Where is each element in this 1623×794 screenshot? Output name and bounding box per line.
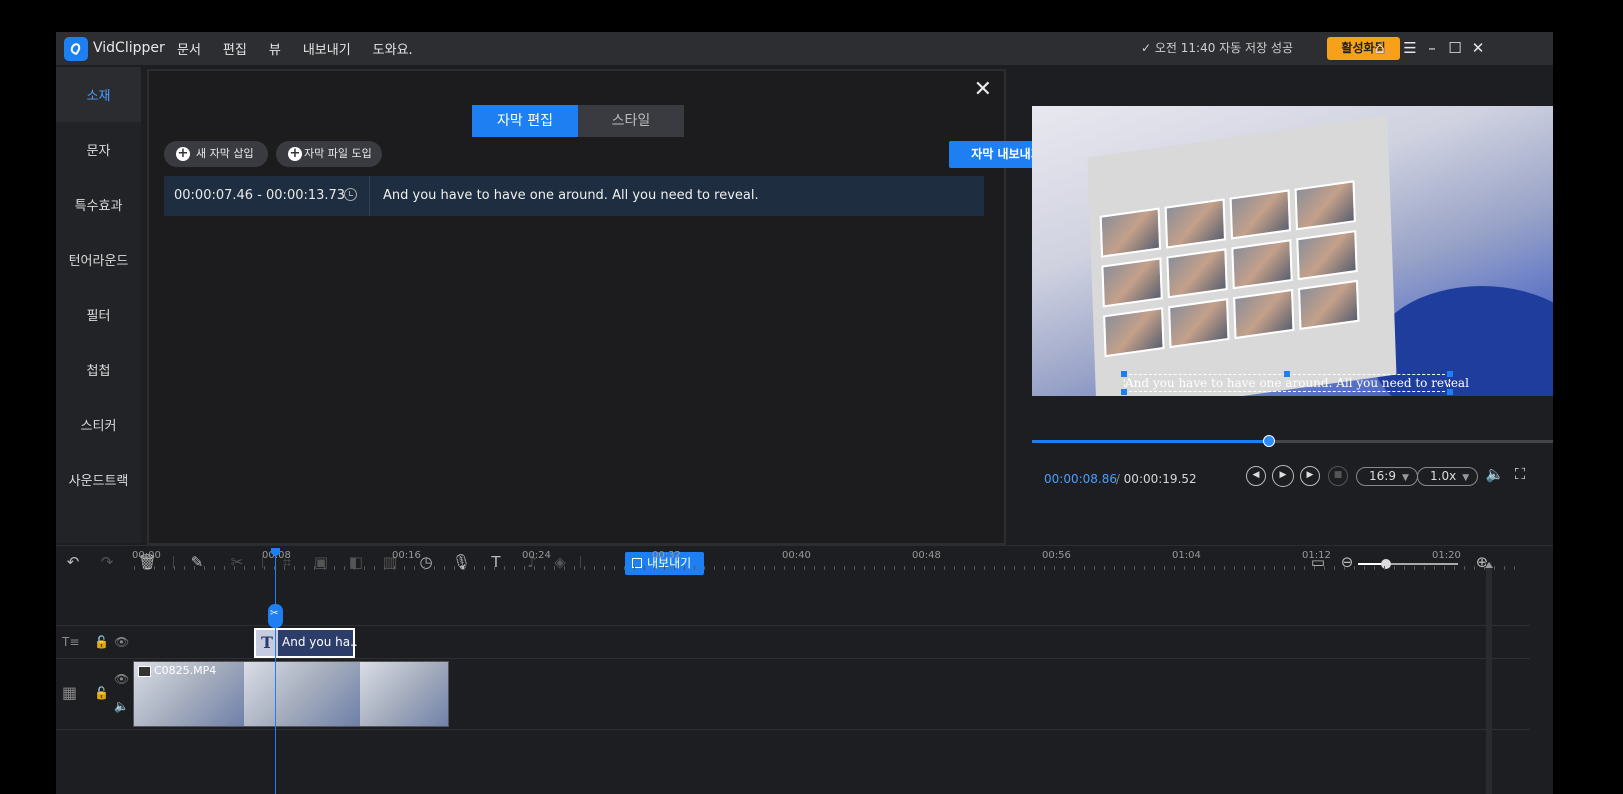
lock-icon[interactable]: 🔓 (94, 635, 109, 649)
sidebar-item-overlay[interactable]: 첩첩 (56, 342, 141, 397)
speed-value: 1.0x (1430, 469, 1457, 483)
menu-help[interactable]: 도와요. (373, 39, 413, 58)
ruler-label: 01:04 (1172, 550, 1201, 561)
sidebar-item-media[interactable]: 소재 (56, 67, 141, 122)
menu-view[interactable]: 뷰 (269, 39, 281, 58)
resize-handle[interactable] (1121, 371, 1127, 377)
tab-style[interactable]: 스타일 (578, 105, 684, 137)
resize-handle[interactable] (1121, 389, 1127, 395)
sidebar-item-soundtrack[interactable]: 사운드트랙 (56, 452, 141, 507)
speed-dropdown[interactable]: 1.0x ▼ (1417, 467, 1479, 486)
hamburger-menu-icon[interactable]: ☰ (1401, 39, 1419, 57)
play-icon[interactable]: ▶ (1272, 465, 1294, 487)
eye-icon[interactable]: 👁 (114, 635, 129, 649)
text-track-icon: T≡ (62, 635, 80, 649)
lock-icon[interactable]: 🔓 (94, 686, 109, 700)
sidebar-item-text[interactable]: 문자 (56, 122, 141, 177)
ruler-label: 00:48 (912, 550, 941, 561)
ruler-label: 00:56 (1042, 550, 1071, 561)
sidebar-item-transitions[interactable]: 턴어라운드 (56, 232, 141, 287)
playback-progress-fill (1032, 440, 1269, 443)
prev-frame-icon[interactable]: ◀ (1246, 466, 1266, 486)
total-time-value: 00:00:19.52 (1123, 472, 1197, 486)
subtitle-edit-panel: ✕ 자막 편집 스타일 + 새 자막 삽입 + 자막 파일 도입 자막 내보내기… (147, 69, 1064, 545)
subtitle-time-range[interactable]: 00:00:07.46 - 00:00:13.73 (174, 188, 345, 203)
tab-subtitle-edit[interactable]: 자막 편집 (472, 105, 578, 137)
plus-icon: + (176, 146, 190, 161)
menu-export[interactable]: 내보내기 (303, 39, 351, 58)
ruler-label: 01:20 (1432, 550, 1461, 561)
volume-icon[interactable]: 🔈 (1485, 466, 1505, 486)
next-frame-icon[interactable]: ▶ (1300, 466, 1320, 486)
import-subtitle-file-label: 자막 파일 도입 (304, 147, 372, 160)
video-clip-name: C0825.MP4 (138, 664, 216, 677)
import-subtitle-file-button[interactable]: + 자막 파일 도입 (276, 141, 382, 167)
video-screen-content (1087, 115, 1397, 396)
fullscreen-icon[interactable]: ⛶ (1510, 466, 1530, 486)
split-handle[interactable] (268, 604, 283, 628)
insert-subtitle-button[interactable]: + 새 자막 삽입 (164, 141, 268, 167)
eye-icon[interactable]: 👁 (114, 672, 129, 686)
text-clip-label: And you ha.. (282, 635, 358, 649)
ruler-label: 00:00 (132, 550, 161, 561)
resize-handle[interactable] (1447, 371, 1453, 377)
playback-progress-knob[interactable] (1263, 435, 1275, 447)
timeline-ruler[interactable]: 00:00 00:08 00:16 00:24 00:32 00:40 00:4… (132, 548, 1524, 570)
current-time: 00:00:08.86 (1044, 472, 1117, 486)
menu-bar: 문서 편집 뷰 내보내기 도와요. (177, 39, 435, 58)
activated-button[interactable]: 활성화됨 (1327, 37, 1400, 60)
ruler-ticks (134, 566, 1524, 570)
divider (369, 176, 370, 216)
home-icon[interactable]: ⌂ (1371, 39, 1389, 57)
video-track-icon: ▦ (62, 683, 78, 702)
plus-icon: + (288, 146, 302, 161)
subtitle-row[interactable]: 00:00:07.46 - 00:00:13.73 And you have t… (164, 176, 984, 216)
autosave-status: ✓ 오전 11:40 자동 저장 성공 (1141, 41, 1294, 55)
redo-icon: ↷ (100, 553, 114, 571)
playback-progress-bar[interactable] (1032, 435, 1553, 447)
time-separator: / (1112, 472, 1124, 486)
menu-document[interactable]: 문서 (177, 39, 201, 58)
video-clip[interactable]: C0825.MP4 (133, 661, 449, 727)
ruler-label: 01:12 (1302, 550, 1331, 561)
app-name: VidClipper (93, 40, 165, 56)
playhead[interactable] (275, 548, 276, 794)
ruler-label: 00:16 (392, 550, 421, 561)
video-preview[interactable]: And you have to have one around. All you… (1032, 106, 1553, 396)
title-bar: VidClipper 문서 편집 뷰 내보내기 도와요. ✓ 오전 11:40 … (56, 32, 1553, 65)
resize-handle[interactable] (1284, 371, 1290, 377)
chevron-down-icon: ▼ (1462, 473, 1470, 483)
resize-handle[interactable] (1447, 389, 1453, 395)
undo-icon[interactable]: ↶ (64, 553, 82, 571)
sidebar-item-effects[interactable]: 특수효과 (56, 177, 141, 232)
text-clip[interactable]: T And you ha.. (254, 628, 358, 658)
clock-icon[interactable] (344, 188, 357, 201)
aspect-ratio-dropdown[interactable]: 16:9 ▼ (1356, 467, 1418, 486)
aspect-ratio-value: 16:9 (1369, 469, 1396, 483)
preview-area: And you have to have one around. All you… (1032, 67, 1553, 543)
close-panel-icon[interactable]: ✕ (974, 79, 992, 101)
left-sidebar: 소재 문자 특수효과 턴어라운드 필터 첩첩 스티커 사운드트랙 (56, 67, 141, 543)
subtitle-text[interactable]: And you have to have one around. All you… (383, 188, 759, 203)
close-window-icon[interactable]: ✕ (1469, 39, 1487, 57)
panel-tabs: 자막 편집 스타일 (472, 105, 684, 137)
ruler-label: 00:32 (652, 550, 681, 561)
vidclipper-window: VidClipper 문서 편집 뷰 내보내기 도와요. ✓ 오전 11:40 … (56, 32, 1553, 794)
ruler-label: 00:24 (522, 550, 551, 561)
chevron-down-icon: ▼ (1401, 473, 1409, 483)
minimize-icon[interactable]: – (1423, 39, 1441, 57)
sidebar-item-filters[interactable]: 필터 (56, 287, 141, 342)
speaker-icon[interactable]: 🔈 (114, 699, 129, 713)
app-logo-icon (64, 37, 88, 61)
maximize-icon[interactable]: ☐ (1446, 39, 1464, 57)
insert-subtitle-label: 새 자막 삽입 (196, 147, 254, 160)
sidebar-item-stickers[interactable]: 스티커 (56, 397, 141, 452)
ruler-label: 00:40 (782, 550, 811, 561)
stop-icon[interactable]: ■ (1328, 466, 1348, 486)
vertical-scrollbar[interactable] (1485, 562, 1493, 794)
total-time: / 00:00:19.52 (1112, 472, 1197, 486)
menu-edit[interactable]: 편집 (223, 39, 247, 58)
